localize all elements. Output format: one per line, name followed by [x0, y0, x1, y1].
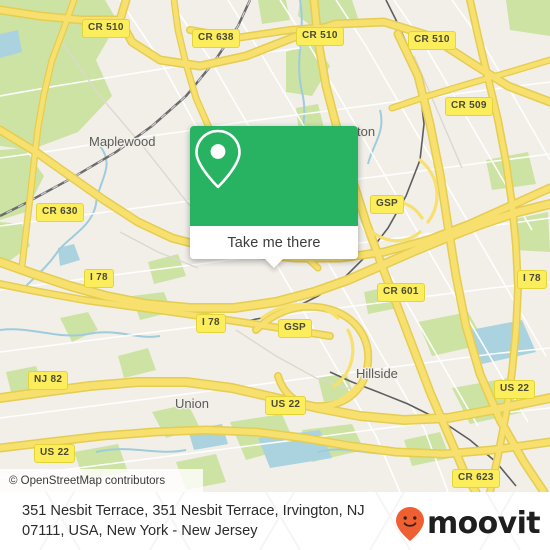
road-shield[interactable]: GSP — [370, 195, 405, 214]
road-shield[interactable]: CR 601 — [377, 283, 425, 302]
screenshot-root: CR 510 CR 638 CR 510 CR 510 CR 509 CR 63… — [0, 0, 550, 550]
map-canvas[interactable]: CR 510 CR 638 CR 510 CR 510 CR 509 CR 63… — [0, 0, 550, 492]
take-me-there-label: Take me there — [227, 234, 321, 251]
place-label: ton — [357, 124, 376, 139]
road-shield[interactable]: I 78 — [84, 269, 114, 288]
map-pin-icon — [195, 129, 241, 189]
address-line-2: 07111, USA, New York - New Jersey — [22, 523, 258, 539]
road-shield[interactable]: CR 509 — [445, 97, 493, 116]
road-shield[interactable]: NJ 82 — [28, 371, 69, 390]
road-shield[interactable]: US 22 — [494, 380, 536, 399]
road-shield[interactable]: I 78 — [196, 314, 226, 333]
place-label: Hillside — [356, 366, 398, 381]
popup-pointer-tail — [264, 258, 284, 268]
popup-icon-panel — [190, 126, 358, 226]
road-shield[interactable]: CR 630 — [36, 203, 84, 222]
road-shield[interactable]: CR 510 — [408, 31, 456, 50]
map-attribution-text: © OpenStreetMap contributors — [9, 474, 166, 487]
moovit-pin-smiley-icon — [395, 507, 424, 541]
location-popup-card[interactable]: Take me there — [190, 126, 358, 268]
road-shield[interactable]: I 78 — [517, 270, 547, 289]
location-address: 351 Nesbit Terrace, 351 Nesbit Terrace, … — [22, 501, 412, 541]
take-me-there-button[interactable]: Take me there — [190, 226, 358, 259]
moovit-logo[interactable]: moovit — [395, 506, 541, 542]
road-shield[interactable]: CR 638 — [192, 29, 240, 48]
road-shield[interactable]: US 22 — [34, 444, 76, 463]
address-line-1: 351 Nesbit Terrace, 351 Nesbit Terrace, … — [22, 503, 365, 519]
moovit-wordmark: moovit — [426, 506, 541, 541]
footer-bar: 351 Nesbit Terrace, 351 Nesbit Terrace, … — [0, 492, 550, 550]
road-shield[interactable]: US 22 — [265, 396, 307, 415]
road-shield[interactable]: GSP — [278, 319, 313, 338]
place-label: Maplewood — [89, 134, 156, 149]
road-shield[interactable]: CR 510 — [82, 19, 130, 38]
road-shield[interactable]: CR 623 — [452, 469, 500, 488]
map-attribution[interactable]: © OpenStreetMap contributors — [0, 469, 203, 492]
road-shield[interactable]: CR 510 — [296, 27, 344, 46]
place-label: Union — [175, 396, 209, 411]
